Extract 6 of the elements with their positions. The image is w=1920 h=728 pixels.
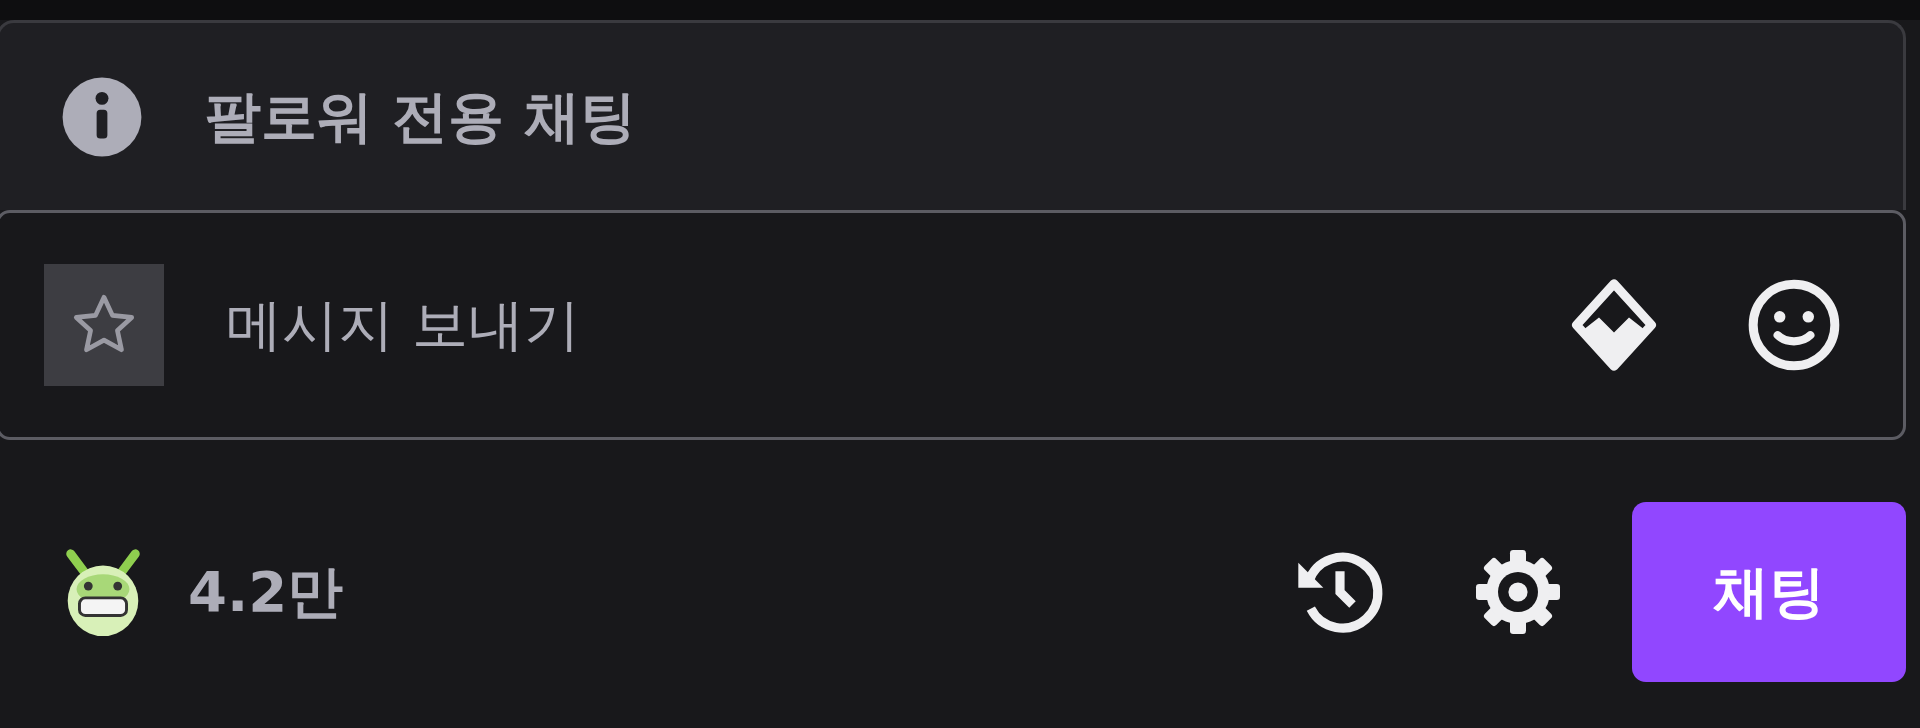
notice-text: 팔로워 전용 채팅 — [205, 82, 636, 151]
diamond-icon[interactable] — [1569, 276, 1659, 374]
chat-button[interactable]: 채팅 — [1632, 502, 1906, 682]
message-input[interactable]: 메시지 보내기 — [0, 210, 1906, 440]
points-count[interactable]: 4.2만 — [188, 550, 344, 634]
message-field[interactable]: 메시지 보내기 — [226, 283, 1569, 367]
